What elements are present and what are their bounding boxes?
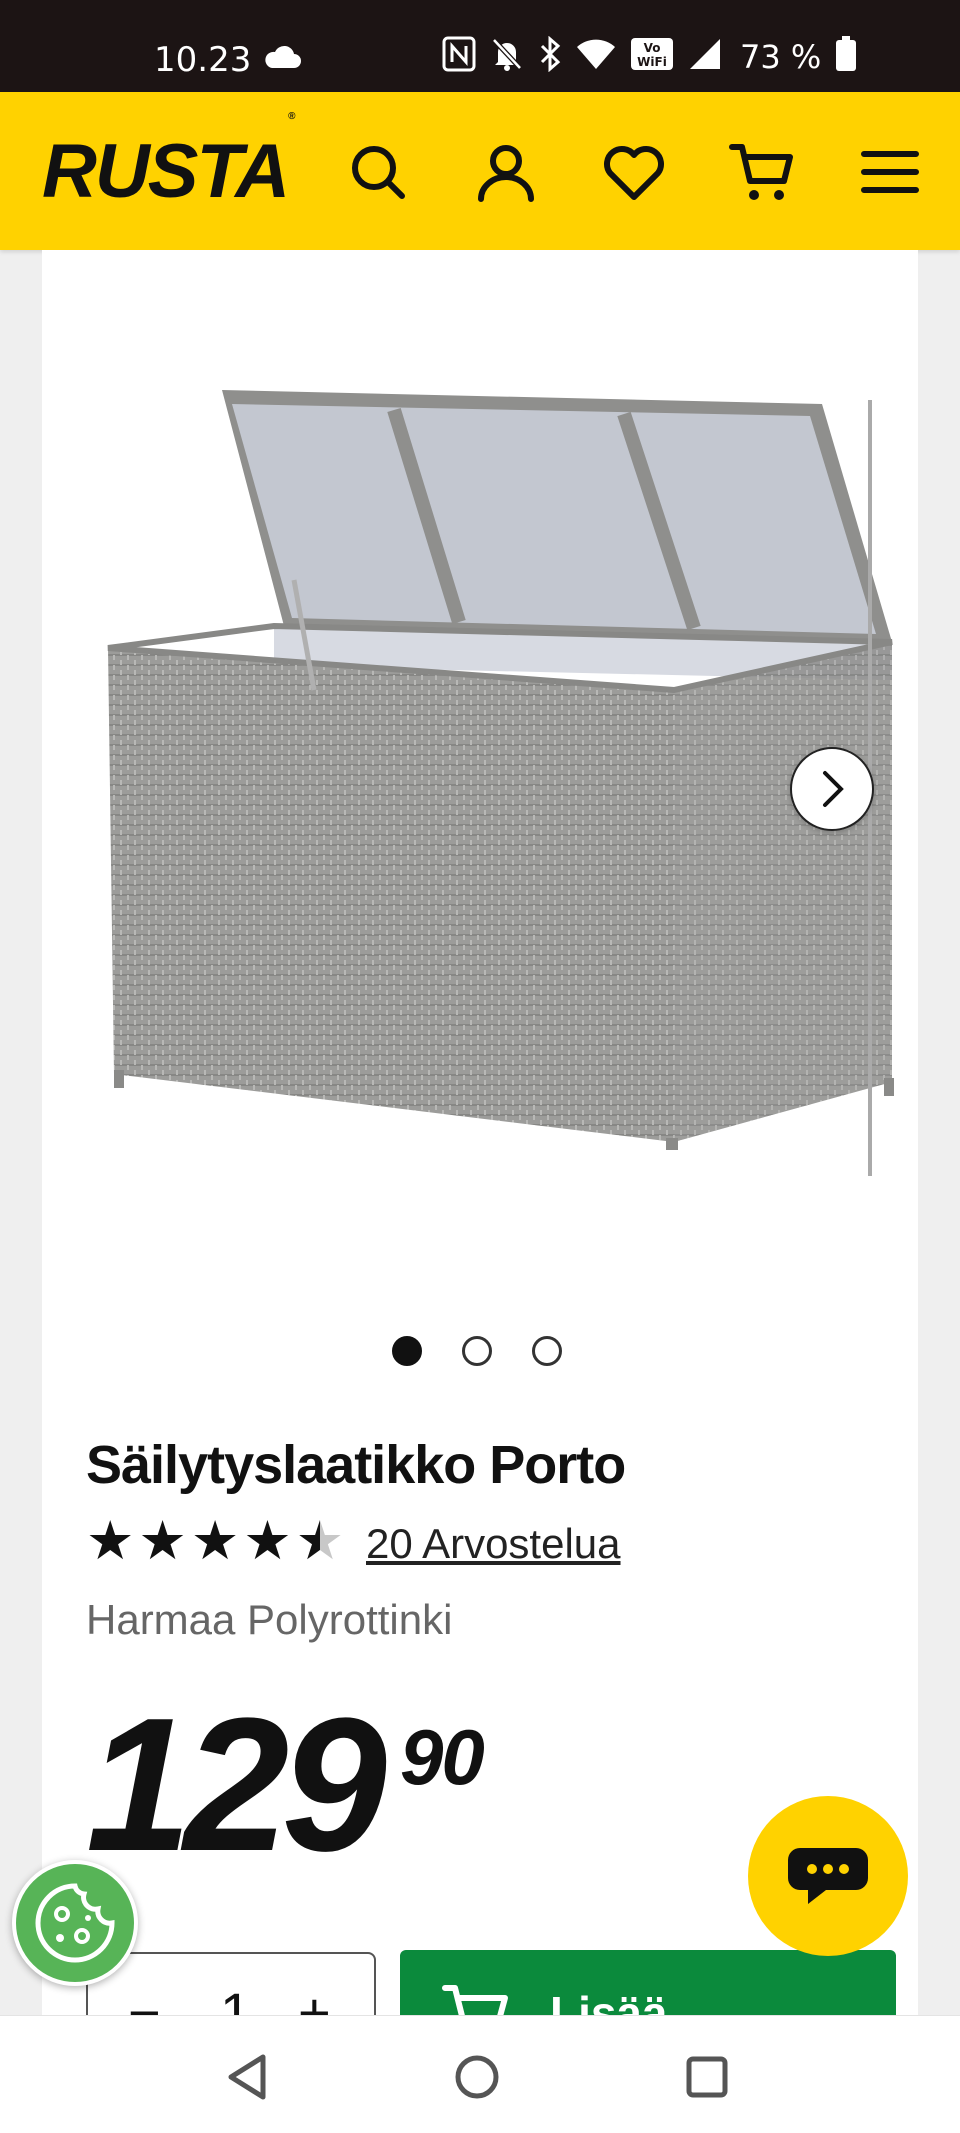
- cart-icon[interactable]: [724, 134, 800, 210]
- price-cents: 90: [400, 1713, 485, 1801]
- search-icon[interactable]: [340, 134, 416, 210]
- gallery-dot-2[interactable]: [462, 1336, 492, 1366]
- app: 10.23 Vo WiFi 73 % RUSTA® Säilytyslaatik…: [0, 0, 960, 2133]
- recents-icon[interactable]: [682, 2052, 732, 2102]
- cookie-icon: [35, 1883, 115, 1963]
- half-star-icon: ★: [295, 1509, 345, 1572]
- vowifi-icon: Vo WiFi: [630, 37, 674, 76]
- gallery-dot-3[interactable]: [532, 1336, 562, 1366]
- product-image[interactable]: [104, 390, 914, 1158]
- site-header: RUSTA®: [0, 92, 960, 250]
- heart-icon[interactable]: [596, 134, 672, 210]
- menu-icon[interactable]: [852, 134, 928, 210]
- product-card: Säilytyslaatikko Porto ★ ★ ★ ★ ★ 20 Arvo…: [42, 250, 918, 2093]
- wifi-icon: [576, 37, 616, 76]
- svg-text:Vo: Vo: [644, 41, 661, 55]
- reviews-link[interactable]: 20 Arvostelua: [366, 1520, 621, 1568]
- star-icon: ★: [190, 1509, 240, 1572]
- product-price: 129 90: [86, 1690, 485, 1880]
- cookie-settings-button[interactable]: [12, 1860, 138, 1986]
- cloud-icon: [262, 44, 302, 75]
- product-variant: Harmaa Polyrottinki: [86, 1596, 453, 1643]
- chat-button[interactable]: [748, 1796, 908, 1956]
- back-icon[interactable]: [222, 2052, 272, 2102]
- star-icon: ★: [86, 1509, 135, 1572]
- price-euros: 129: [86, 1679, 387, 1891]
- battery-percent: 73 %: [740, 37, 822, 76]
- battery-icon: [835, 36, 857, 77]
- status-time: 10.23: [154, 40, 252, 80]
- nfc-icon: [442, 36, 476, 77]
- bell-off-icon: [490, 36, 524, 77]
- status-bar: 10.23 Vo WiFi 73 %: [0, 0, 960, 92]
- logo-text: RUSTA: [42, 129, 290, 214]
- account-icon[interactable]: [468, 134, 544, 210]
- star-icon: ★: [138, 1509, 187, 1572]
- star-icon: ★: [243, 1509, 292, 1572]
- status-icons: Vo WiFi 73 %: [442, 35, 857, 77]
- svg-text:WiFi: WiFi: [637, 55, 667, 69]
- next-image-button[interactable]: [790, 747, 874, 831]
- star-rating: ★ ★ ★ ★ ★: [86, 1514, 344, 1568]
- gallery-dot-1[interactable]: [392, 1336, 422, 1366]
- chevron-right-icon: [823, 771, 844, 807]
- product-title: Säilytyslaatikko Porto: [86, 1435, 626, 1495]
- system-nav-bar: [0, 2015, 960, 2133]
- signal-icon: [688, 37, 722, 76]
- bluetooth-icon: [538, 35, 562, 77]
- chat-bubble-icon: [788, 1848, 868, 1904]
- rusta-logo[interactable]: RUSTA®: [42, 111, 296, 210]
- home-icon[interactable]: [452, 2052, 502, 2102]
- gallery-dots: [392, 1336, 562, 1366]
